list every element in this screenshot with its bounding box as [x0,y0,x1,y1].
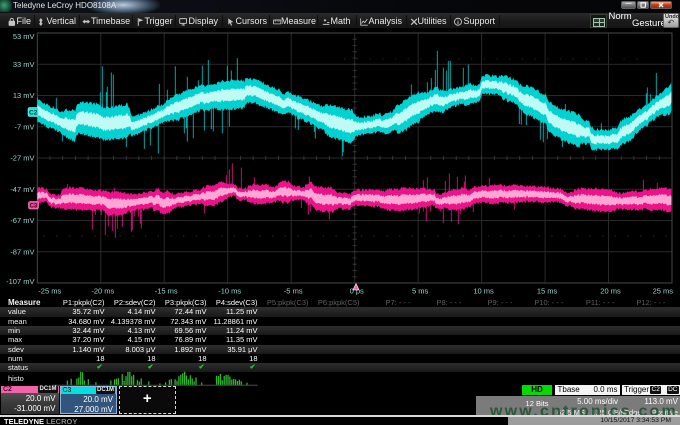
svg-text:20 ms: 20 ms [600,287,621,296]
svg-text:-25 ms: -25 ms [38,287,61,296]
svg-text:C2: C2 [29,110,38,117]
svg-text:53 mV: 53 mV [13,32,35,41]
svg-text:13 mV: 13 mV [13,91,35,100]
svg-text:-87 mV: -87 mV [10,247,34,256]
svg-text:-67 mV: -67 mV [10,216,34,225]
svg-text:-15 ms: -15 ms [155,287,178,296]
svg-text:-47 mV: -47 mV [10,185,34,194]
svg-text:C3: C3 [30,204,38,210]
svg-text:25 ms: 25 ms [653,287,674,296]
svg-text:-7 mV: -7 mV [14,122,34,131]
svg-text:-27 mV: -27 mV [10,154,34,163]
svg-text:-10 ms: -10 ms [218,287,241,296]
svg-text:-107 mV: -107 mV [6,277,34,286]
svg-text:33 mV: 33 mV [13,60,35,69]
svg-text:15 ms: 15 ms [537,287,558,296]
svg-text:-20 ms: -20 ms [91,287,114,296]
svg-text:-5 ms: -5 ms [284,287,303,296]
svg-text:5 ms: 5 ms [412,287,429,296]
svg-text:10 ms: 10 ms [473,287,494,296]
